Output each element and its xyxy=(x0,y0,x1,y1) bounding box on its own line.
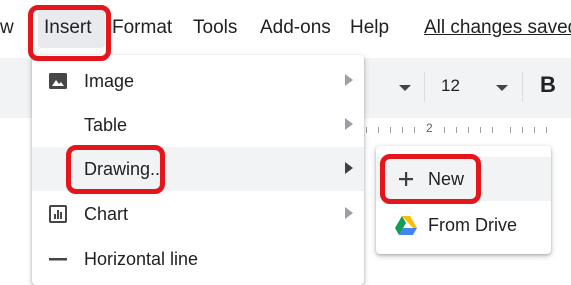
ruler-tick xyxy=(378,127,379,133)
submenu-arrow-icon xyxy=(345,207,353,219)
menu-add-ons[interactable]: Add-ons xyxy=(260,17,331,39)
menu-tools[interactable]: Tools xyxy=(193,17,237,39)
ruler-tick xyxy=(366,127,367,133)
image-icon xyxy=(49,73,67,89)
ruler-tick xyxy=(390,127,391,133)
plus-icon xyxy=(399,172,413,186)
menu-help[interactable]: Help xyxy=(350,17,389,39)
chart-icon xyxy=(49,205,67,223)
menu-item-drawing[interactable]: Drawing... xyxy=(32,147,364,191)
toolbar-divider xyxy=(522,72,523,102)
ruler-tick xyxy=(456,127,457,133)
ruler: 2 xyxy=(360,118,571,142)
submenu-item-from-drive[interactable]: From Drive xyxy=(376,203,551,247)
ruler-tick xyxy=(480,127,481,133)
menu-item-label: Table xyxy=(84,115,128,135)
menu-format[interactable]: Format xyxy=(112,17,172,39)
submenu-arrow-icon xyxy=(345,118,353,130)
menu-item-label: Horizontal line xyxy=(84,249,199,269)
menu-item-image[interactable]: Image xyxy=(32,59,364,103)
ruler-number: 2 xyxy=(426,121,433,135)
ruler-tick xyxy=(414,127,415,133)
horizontal-line-icon xyxy=(49,258,67,261)
menu-item-chart[interactable]: Chart xyxy=(32,192,364,236)
ruler-tick xyxy=(492,127,493,133)
ruler-tick xyxy=(510,127,511,133)
drawing-submenu: New From Drive xyxy=(376,146,551,254)
bold-button[interactable]: B xyxy=(540,72,556,98)
font-dropdown-arrow-icon[interactable] xyxy=(399,85,411,91)
menu-item-label: Image xyxy=(84,71,135,91)
submenu-item-label: From Drive xyxy=(428,215,517,235)
google-drive-icon xyxy=(395,216,417,235)
ruler-tick xyxy=(402,127,403,133)
ruler-tick xyxy=(534,127,535,133)
menu-insert[interactable]: Insert xyxy=(44,17,92,39)
ruler-tick xyxy=(468,127,469,133)
submenu-arrow-icon xyxy=(345,162,353,174)
insert-menu: Image Table Drawing... Chart Horizontal … xyxy=(32,55,364,285)
ruler-tick xyxy=(444,127,445,133)
font-size-dropdown-arrow-icon[interactable] xyxy=(496,85,508,91)
save-status-link[interactable]: All changes saved xyxy=(424,17,571,39)
submenu-item-new[interactable]: New xyxy=(376,157,551,201)
menu-view-partial[interactable]: w xyxy=(0,17,14,39)
toolbar-divider xyxy=(424,72,425,102)
ruler-tick xyxy=(522,127,523,133)
submenu-arrow-icon xyxy=(345,74,353,86)
menu-item-horizontal-line[interactable]: Horizontal line xyxy=(32,237,364,281)
font-size-value[interactable]: 12 xyxy=(441,76,460,96)
menu-bar: w Insert Format Tools Add-ons Help All c… xyxy=(0,0,571,58)
ruler-tick xyxy=(546,127,547,133)
menu-item-table[interactable]: Table xyxy=(32,103,364,147)
menu-item-label: Drawing... xyxy=(84,159,166,179)
menu-item-label: Chart xyxy=(84,204,129,224)
submenu-item-label: New xyxy=(428,169,465,189)
